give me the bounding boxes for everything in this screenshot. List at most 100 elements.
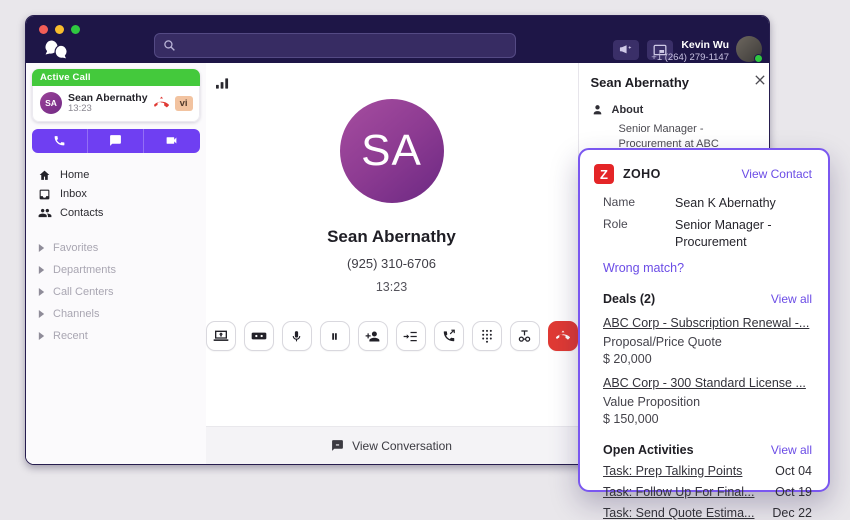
record-call-button[interactable] — [244, 321, 274, 351]
announcements-button[interactable] — [613, 40, 639, 60]
sidebar-group-call-centers[interactable]: Call Centers — [32, 281, 200, 303]
microphone-icon — [290, 329, 303, 344]
view-conversation-label: View Conversation — [352, 439, 452, 453]
deals-title: Deals (2) — [603, 292, 655, 306]
activities-section-header: Open Activities View all — [603, 443, 812, 457]
pause-icon — [329, 330, 340, 343]
share-screen-button[interactable] — [206, 321, 236, 351]
message-button[interactable] — [87, 129, 143, 153]
nav-label: Contacts — [60, 207, 103, 219]
name-value: Sean K Abernathy — [675, 195, 776, 211]
caller-avatar-small: SA — [40, 92, 62, 114]
add-participant-button[interactable] — [358, 321, 388, 351]
presence-indicator — [754, 54, 763, 63]
caller-avatar-large: SA — [340, 99, 444, 203]
deal-item: ABC Corp - Subscription Renewal -... Pro… — [603, 314, 812, 366]
active-call-timer: 13:23 — [68, 104, 148, 115]
quick-action-bar — [32, 129, 200, 153]
user-avatar[interactable] — [736, 36, 762, 62]
activities-view-all-link[interactable]: View all — [771, 443, 812, 457]
mute-button[interactable] — [282, 321, 312, 351]
role-value: Senior Manager - Procurement — [675, 217, 803, 250]
maximize-window-button[interactable] — [71, 25, 80, 34]
search-bar — [154, 33, 516, 58]
active-call-card[interactable]: SA Sean Abernathy 13:23 vi — [32, 86, 200, 122]
deal-amount: $ 150,000 — [603, 412, 812, 426]
wrong-match-link[interactable]: Wrong match? — [603, 261, 684, 275]
active-call-label: Active Call — [32, 69, 200, 86]
chevron-right-icon — [38, 310, 45, 318]
person-add-icon — [365, 330, 380, 343]
sidebar-group-recent[interactable]: Recent — [32, 325, 200, 347]
group-label: Recent — [53, 330, 88, 342]
vi-badge[interactable]: vi — [175, 96, 193, 111]
close-window-button[interactable] — [39, 25, 48, 34]
search-input[interactable] — [182, 40, 507, 52]
hang-up-button[interactable] — [548, 321, 578, 351]
task-link[interactable]: Task: Follow Up For Final... — [603, 485, 754, 499]
zoho-fields: Name Sean K Abernathy Role Senior Manage… — [603, 195, 812, 250]
sidebar-item-contacts[interactable]: Contacts — [32, 204, 200, 222]
transfer-call-button[interactable] — [434, 321, 464, 351]
contacts-icon — [38, 207, 51, 219]
deal-link[interactable]: ABC Corp - Subscription Renewal -... — [603, 316, 809, 330]
task-date: Oct 19 — [775, 485, 812, 499]
panel-contact-name: Sean Abernathy — [591, 75, 764, 90]
view-contact-link[interactable]: View Contact — [742, 167, 812, 181]
park-call-button[interactable] — [510, 321, 540, 351]
close-icon — [755, 75, 765, 85]
task-link[interactable]: Task: Prep Talking Points — [603, 464, 742, 478]
field-row-role: Role Senior Manager - Procurement — [603, 217, 812, 250]
inbox-icon — [38, 188, 51, 201]
record-icon — [251, 330, 267, 342]
keypad-grid-icon — [481, 329, 493, 343]
deals-view-all-link[interactable]: View all — [771, 292, 812, 306]
sidebar-item-inbox[interactable]: Inbox — [32, 185, 200, 204]
window-controls — [39, 25, 80, 34]
zoho-brand-name: ZOHO — [623, 167, 661, 181]
call-duration: 13:23 — [376, 280, 407, 294]
hang-up-icon — [555, 329, 571, 343]
sidebar-group-channels[interactable]: Channels — [32, 303, 200, 325]
user-name: Kevin Wu — [651, 39, 729, 52]
deal-link[interactable]: ABC Corp - 300 Standard License ... — [603, 376, 806, 390]
current-user-info: Kevin Wu +1 (264) 279-1147 — [651, 39, 729, 64]
close-panel-button[interactable] — [755, 75, 765, 85]
call-button[interactable] — [32, 129, 87, 153]
deal-amount: $ 20,000 — [603, 352, 812, 366]
hold-button[interactable] — [320, 321, 350, 351]
add-to-call-button[interactable] — [396, 321, 426, 351]
deals-section-header: Deals (2) View all — [603, 292, 812, 306]
zoho-crm-card: Z ZOHO View Contact Name Sean K Abernath… — [578, 148, 830, 492]
task-link[interactable]: Task: Send Quote Estima... — [603, 506, 754, 520]
activities-title: Open Activities — [603, 443, 694, 457]
nav-label: Inbox — [60, 188, 87, 200]
deal-stage: Proposal/Price Quote — [603, 335, 812, 349]
active-call-texts: Sean Abernathy 13:23 — [68, 92, 148, 115]
chat-bubble-icon — [331, 439, 344, 452]
chevron-right-icon — [38, 244, 45, 252]
sidebar-item-home[interactable]: Home — [32, 166, 200, 185]
sidebar: Active Call SA Sean Abernathy 13:23 vi — [26, 63, 206, 464]
view-conversation-bar[interactable]: View Conversation — [206, 426, 578, 464]
sidebar-group-favorites[interactable]: Favorites — [32, 237, 200, 259]
sidebar-nav: Home Inbox Contacts — [32, 166, 200, 222]
minimize-window-button[interactable] — [55, 25, 64, 34]
task-date: Oct 04 — [775, 464, 812, 478]
caller-name: Sean Abernathy — [327, 227, 456, 247]
name-label: Name — [603, 195, 675, 211]
group-label: Favorites — [53, 242, 98, 254]
about-section-header: About — [591, 103, 764, 116]
zoho-header: Z ZOHO View Contact — [594, 164, 812, 184]
deal-item: ABC Corp - 300 Standard License ... Valu… — [603, 374, 812, 426]
call-controls — [206, 321, 578, 351]
screen-share-icon — [213, 329, 229, 343]
nav-label: Home — [60, 169, 89, 181]
group-label: Departments — [53, 264, 116, 276]
sidebar-group-departments[interactable]: Departments — [32, 259, 200, 281]
video-call-button[interactable] — [143, 129, 199, 153]
dialpad-button[interactable] — [472, 321, 502, 351]
group-label: Channels — [53, 308, 99, 320]
about-label: About — [612, 104, 644, 116]
active-call-widget[interactable]: Active Call SA Sean Abernathy 13:23 vi — [32, 69, 200, 122]
